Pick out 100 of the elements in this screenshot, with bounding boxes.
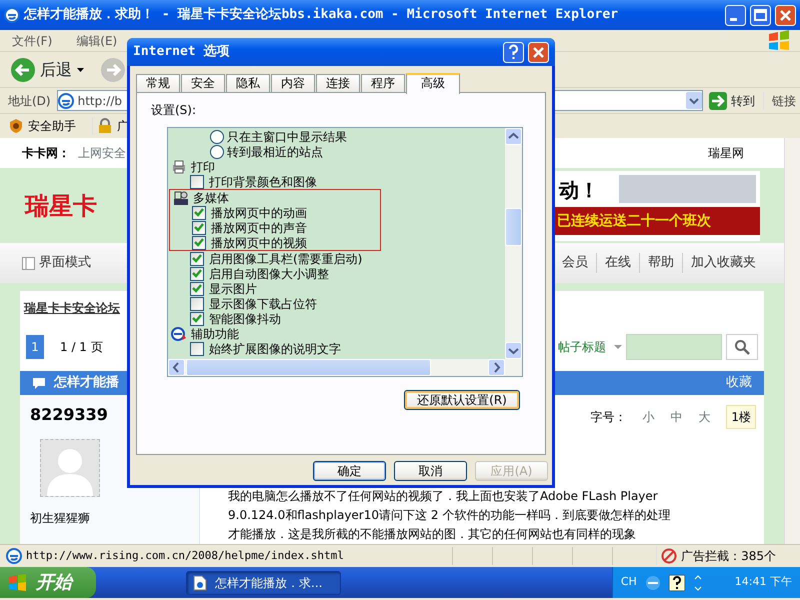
dropdown-caret-icon[interactable] [76, 66, 86, 74]
setting-label: 打印背景颜色和图像 [209, 174, 317, 190]
scrollbar-thumb[interactable] [505, 208, 522, 246]
post-text: 9.0.124.0和flashplayer10请问下这 2 个软件的功能一样吗．到底要做怎样的处理 [228, 507, 672, 524]
restore-defaults-button[interactable]: 还原默认设置(R) [404, 390, 520, 410]
tab[interactable]: 程序 [361, 74, 405, 92]
padlock-icon [97, 118, 113, 134]
windows-logo-icon [766, 30, 792, 52]
back-button[interactable]: 后退 [10, 56, 72, 82]
favorite-link[interactable]: 收藏 [726, 373, 752, 393]
scroll-left-button[interactable] [168, 359, 185, 376]
checkbox[interactable] [190, 174, 204, 188]
close-button[interactable] [528, 42, 549, 62]
help-icon[interactable] [668, 574, 685, 590]
tab[interactable]: 常规 [136, 74, 180, 92]
windows-logo-icon [8, 574, 28, 592]
checkbox[interactable] [192, 206, 206, 220]
minimize-button[interactable] [725, 4, 746, 26]
setting-label: 显示图像下载占位符 [209, 296, 317, 312]
radio-button[interactable] [210, 144, 224, 158]
taskbar-button[interactable]: 怎样才能播放．求... [186, 570, 341, 594]
post-text: 才能播放．这是我所截的不能播放网站的图．其它的任何网站也有同样的现象 [228, 526, 637, 543]
close-button[interactable] [775, 4, 796, 26]
scrollbar[interactable] [784, 138, 800, 544]
page-number[interactable]: 1 [26, 335, 44, 359]
tab[interactable]: 高级 [406, 72, 460, 94]
go-arrow-icon [709, 92, 727, 110]
setting-group-label: 多媒体 [193, 190, 229, 206]
multimedia-icon [173, 190, 189, 206]
setting-label: 启用自动图像大小调整 [209, 266, 329, 282]
dialog-button[interactable]: 取消 [394, 461, 467, 481]
author-name[interactable]: 初生猩猩狮 [30, 509, 189, 527]
speech-bubble-icon [32, 376, 46, 390]
links-button[interactable]: 链接 [763, 92, 796, 110]
post-text: 我的电脑怎么播放不了任何网站的视频了．我上面也安装了Adobe FLash Player [228, 488, 659, 505]
mode-link[interactable]: 界面模式 [39, 253, 91, 273]
check-icon [192, 314, 202, 323]
scrollbar-thumb[interactable] [186, 359, 431, 376]
scroll-up-button[interactable] [505, 128, 522, 145]
go-button[interactable]: 转到 [709, 92, 755, 110]
document-icon [193, 574, 207, 590]
setting-label: 启用图像工具栏(需要重启动) [209, 250, 362, 268]
ad-block-count: 广告拦截：385个 [681, 548, 776, 565]
dialog-title: Internet 选项 [133, 43, 230, 62]
menu-item[interactable]: 编辑(E) [76, 32, 118, 50]
scroll-right-button[interactable] [488, 359, 505, 376]
font-size-option[interactable]: 小 [642, 408, 654, 426]
setting-label: 只在主窗口中显示结果 [227, 128, 347, 146]
settings-label: 设置(S): [151, 102, 198, 119]
checkbox[interactable] [192, 220, 206, 234]
nav-link[interactable]: 在线 [596, 253, 639, 273]
tab[interactable]: 安全 [181, 74, 225, 92]
checkbox[interactable] [192, 236, 206, 250]
status-url: http://www.rising.com.cn/2008/helpme/index.shtml [26, 548, 344, 564]
dialog-button[interactable]: 确定 [313, 461, 386, 481]
tab[interactable]: 内容 [271, 74, 315, 92]
radio-button[interactable] [210, 130, 224, 144]
checkbox[interactable] [190, 252, 204, 266]
setting-label: 转到最相近的站点 [227, 144, 323, 160]
setting-group-label: 辅助功能 [191, 326, 239, 342]
search-button[interactable] [726, 334, 758, 360]
page-summary: 1 / 1 页 [60, 339, 103, 356]
floor-number: 1楼 [726, 405, 756, 429]
font-size-label: 字号： [590, 409, 626, 426]
nav-link[interactable]: 加入收藏夹 [682, 253, 764, 273]
checkbox[interactable] [190, 266, 204, 280]
search-field[interactable] [626, 334, 722, 360]
banner-caption: 已连续运送二十一个班次 [555, 206, 760, 234]
menu-item[interactable]: 文件(F) [12, 32, 52, 50]
nav-link[interactable]: 帮助 [639, 253, 682, 273]
layout-icon [22, 256, 35, 270]
caret-icon [614, 344, 622, 350]
printer-icon [171, 158, 187, 174]
tiger-shield-icon [8, 118, 24, 134]
checkbox[interactable] [190, 342, 204, 356]
site-tagline: 上网安全 [78, 145, 126, 162]
scroll-down-button[interactable] [505, 342, 522, 359]
checkbox[interactable] [190, 282, 204, 296]
setting-group-label: 打印 [191, 158, 215, 176]
tab[interactable]: 连接 [316, 74, 360, 92]
dropdown-button[interactable] [686, 92, 702, 109]
author-id: 8229339 [30, 404, 109, 426]
checkbox[interactable] [190, 296, 204, 310]
help-button[interactable] [503, 42, 524, 62]
setting-label: 播放网页中的动画 [211, 204, 307, 222]
language-indicator[interactable]: CH [620, 574, 637, 591]
checkbox[interactable] [190, 312, 204, 326]
address-label: 地址(D) [8, 92, 51, 110]
setting-label: 智能图像抖动 [209, 310, 281, 328]
setting-label: 始终扩展图像的说明文字 [209, 340, 341, 358]
maximize-button[interactable] [750, 4, 771, 26]
site-logo[interactable]: 瑞星卡 [25, 188, 97, 224]
font-size-option[interactable]: 中 [670, 408, 682, 426]
font-size-option[interactable]: 大 [698, 408, 710, 426]
tray-arrows-icon[interactable] [692, 574, 703, 590]
site-link[interactable]: 瑞星网 [708, 144, 744, 162]
toolbar-link[interactable]: 安全助手 [8, 117, 84, 135]
tab[interactable]: 隐私 [226, 74, 270, 92]
setting-label: 播放网页中的视频 [211, 234, 307, 252]
thread-title: 怎样才能播 [54, 374, 119, 392]
